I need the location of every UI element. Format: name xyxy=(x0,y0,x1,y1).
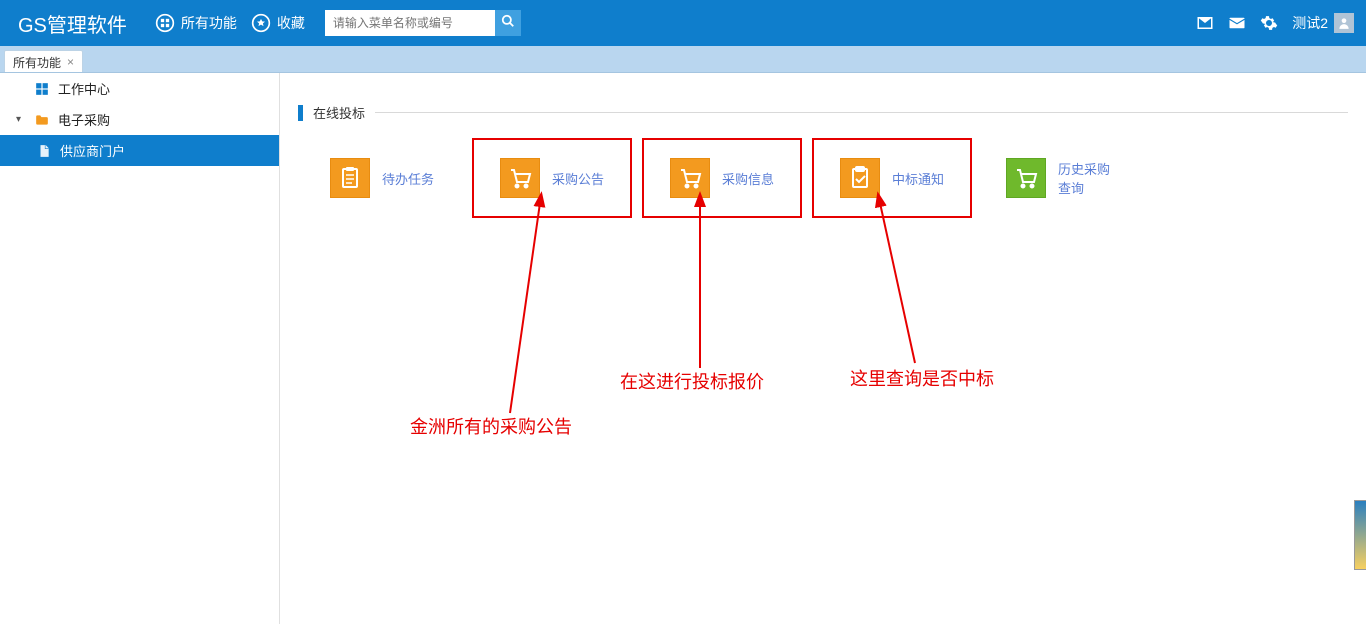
divider xyxy=(375,112,1348,113)
star-circle-icon xyxy=(251,13,271,33)
search-input[interactable] xyxy=(325,10,495,36)
content-area: 在线投标 待办任务 采购公告 采购信息 xyxy=(280,73,1366,624)
tile-procurement-notice[interactable]: 采购公告 xyxy=(472,138,632,218)
mail-icon[interactable] xyxy=(1228,14,1246,32)
close-icon[interactable]: × xyxy=(67,56,74,68)
notification-icon[interactable] xyxy=(1196,14,1214,32)
sidebar-item-label: 工作中心 xyxy=(58,79,110,98)
tile-history[interactable]: 历史采购查询 xyxy=(982,138,1142,218)
clipboard-check-icon xyxy=(840,158,880,198)
dashboard-icon xyxy=(34,81,50,97)
caret-down-icon: ▾ xyxy=(16,114,26,125)
sidebar-item-label: 电子采购 xyxy=(58,110,110,129)
document-icon xyxy=(36,143,52,159)
cart-info-icon xyxy=(670,158,710,198)
annotation-text-3: 这里查询是否中标 xyxy=(850,365,994,391)
tile-bid-notice[interactable]: 中标通知 xyxy=(812,138,972,218)
nav-favorites[interactable]: 收藏 xyxy=(251,13,305,33)
section-title-text: 在线投标 xyxy=(313,103,365,122)
side-indicator xyxy=(1354,500,1366,570)
cart-history-icon xyxy=(1006,158,1046,198)
search-icon xyxy=(501,14,515,33)
tile-todo[interactable]: 待办任务 xyxy=(302,138,462,218)
tile-label: 采购信息 xyxy=(722,169,774,188)
folder-icon xyxy=(34,112,50,128)
cart-icon xyxy=(500,158,540,198)
brand-title: GS管理软件 xyxy=(18,9,127,38)
clipboard-list-icon xyxy=(330,158,370,198)
section-marker-icon xyxy=(298,105,303,121)
avatar-icon xyxy=(1334,13,1354,33)
gear-icon[interactable] xyxy=(1260,14,1278,32)
user-menu[interactable]: 测试2 xyxy=(1292,13,1354,33)
nav-label: 所有功能 xyxy=(181,13,237,33)
tile-label: 中标通知 xyxy=(892,169,944,188)
tile-procurement-info[interactable]: 采购信息 xyxy=(642,138,802,218)
sidebar-item-eprocurement[interactable]: ▾ 电子采购 xyxy=(0,104,279,135)
tab-strip: 所有功能 × xyxy=(0,46,1366,73)
username: 测试2 xyxy=(1292,13,1328,33)
sidebar-item-supplier-portal[interactable]: 供应商门户 xyxy=(0,135,279,166)
tile-label: 待办任务 xyxy=(382,169,434,188)
tab-label: 所有功能 xyxy=(13,54,61,71)
nav-all-functions[interactable]: 所有功能 xyxy=(155,13,237,33)
tab-all-functions[interactable]: 所有功能 × xyxy=(4,50,83,72)
header-right: 测试2 xyxy=(1196,13,1354,33)
tile-label: 历史采购查询 xyxy=(1058,159,1118,197)
sidebar-item-label: 供应商门户 xyxy=(60,141,125,160)
tile-row: 待办任务 采购公告 采购信息 中标通知 xyxy=(298,138,1348,218)
section-header: 在线投标 xyxy=(298,103,1348,122)
nav-label: 收藏 xyxy=(277,13,305,33)
annotation-text-2: 在这进行投标报价 xyxy=(620,368,764,394)
body: 工作中心 ▾ 电子采购 供应商门户 在线投标 xyxy=(0,73,1366,624)
top-header: GS管理软件 所有功能 收藏 测试2 xyxy=(0,0,1366,46)
annotation-text-1: 金洲所有的采购公告 xyxy=(410,413,572,439)
tile-label: 采购公告 xyxy=(552,169,604,188)
sidebar-item-workcenter[interactable]: 工作中心 xyxy=(0,73,279,104)
grid-circle-icon xyxy=(155,13,175,33)
sidebar: 工作中心 ▾ 电子采购 供应商门户 xyxy=(0,73,280,624)
search-wrapper xyxy=(325,10,521,36)
search-button[interactable] xyxy=(495,10,521,36)
